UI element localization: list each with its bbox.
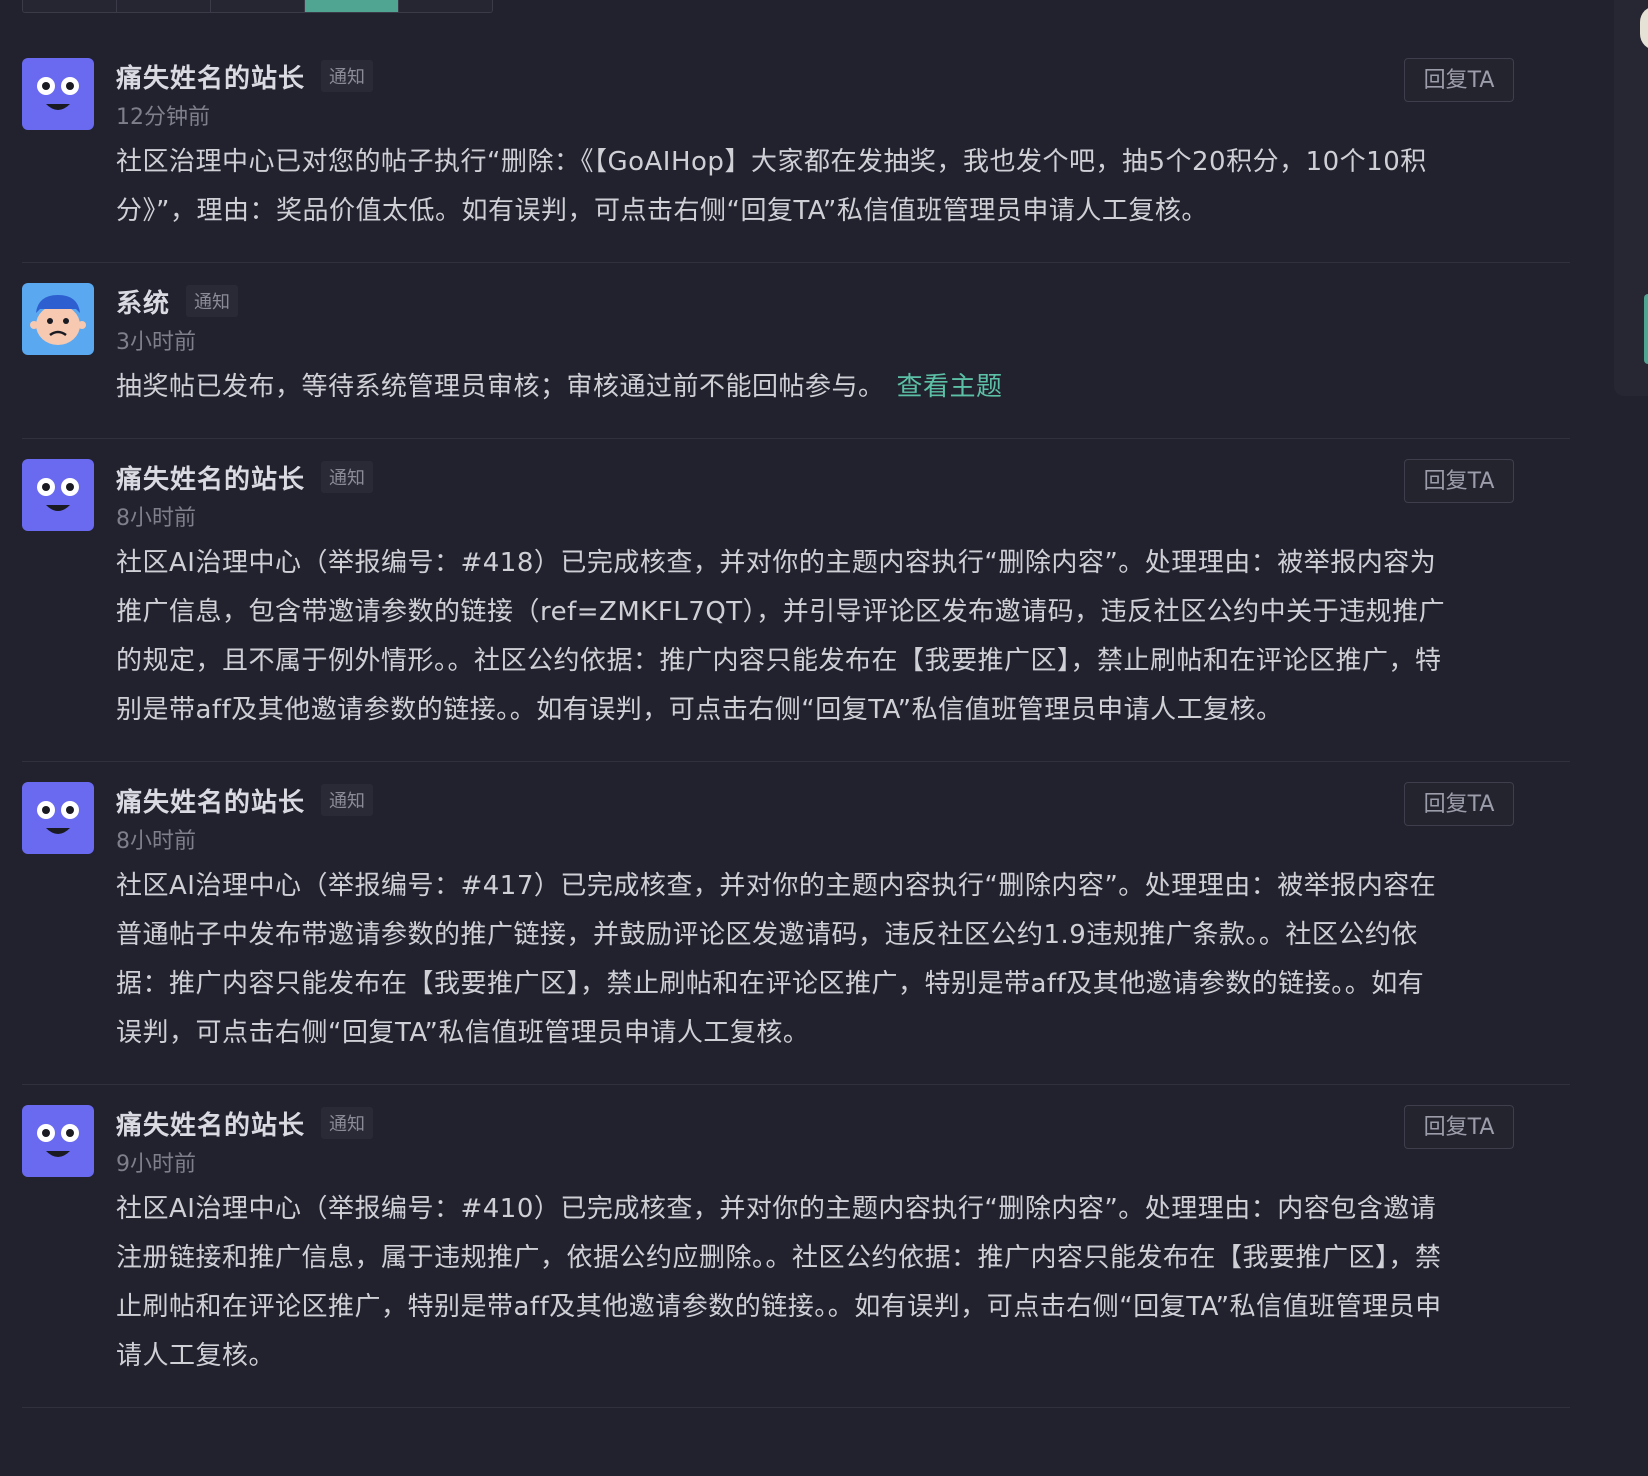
timestamp: 12分钟前: [116, 105, 210, 130]
sidebar-active-indicator: [1644, 294, 1648, 364]
sender-name[interactable]: 痛失姓名的站长: [116, 1105, 305, 1142]
view-topic-link[interactable]: 查看主题: [897, 372, 1003, 402]
reply-button[interactable]: 回复TA: [1404, 459, 1514, 503]
notification-list: 痛失姓名的站长 通知 12分钟前 社区治理中心已对您的帖子执行“删除：《【GoA…: [22, 38, 1570, 1408]
notice-tag: 通知: [321, 1107, 374, 1139]
smiley-face-icon[interactable]: [22, 459, 94, 531]
notice-tag: 通知: [321, 461, 374, 493]
timestamp: 8小时前: [116, 506, 196, 531]
sidebar-avatar-edge[interactable]: [1640, 6, 1648, 50]
reply-button[interactable]: 回复TA: [1404, 1105, 1514, 1149]
notification-body: 社区AI治理中心（举报编号：#410）已完成核查，并对你的主题内容执行“删除内容…: [116, 1194, 1442, 1371]
sender-name[interactable]: 痛失姓名的站长: [116, 459, 305, 496]
notification-body: 社区治理中心已对您的帖子执行“删除：《【GoAIHop】大家都在发抽奖，我也发个…: [116, 147, 1427, 226]
smiley-face-icon[interactable]: [22, 1105, 94, 1177]
tab-1[interactable]: [23, 0, 117, 12]
tab-2[interactable]: [117, 0, 211, 12]
tab-4-active[interactable]: [305, 0, 399, 12]
tab-5[interactable]: [399, 0, 492, 12]
notice-tag: 通知: [321, 784, 374, 816]
notification-item: 系统 通知 3小时前 抽奖帖已发布，等待系统管理员审核；审核通过前不能回帖参与。…: [22, 263, 1570, 439]
notification-body: 抽奖帖已发布，等待系统管理员审核；审核通过前不能回帖参与。 查看主题: [116, 363, 1446, 412]
notification-body: 社区AI治理中心（举报编号：#417）已完成核查，并对你的主题内容执行“删除内容…: [116, 871, 1437, 1048]
timestamp: 3小时前: [116, 330, 196, 355]
notification-item: 痛失姓名的站长 通知 9小时前 社区AI治理中心（举报编号：#410）已完成核查…: [22, 1085, 1570, 1408]
notification-text: 抽奖帖已发布，等待系统管理员审核；审核通过前不能回帖参与。: [116, 372, 885, 402]
notification-body: 社区AI治理中心（举报编号：#418）已完成核查，并对你的主题内容执行“删除内容…: [116, 548, 1446, 725]
notice-tag: 通知: [321, 60, 374, 92]
tab-3[interactable]: [211, 0, 305, 12]
system-face-icon[interactable]: [22, 283, 94, 355]
right-sidebar-panel: [1614, 0, 1648, 396]
reply-button[interactable]: 回复TA: [1404, 782, 1514, 826]
smiley-face-icon[interactable]: [22, 58, 94, 130]
tab-bar: [22, 0, 493, 13]
notification-item: 痛失姓名的站长 通知 12分钟前 社区治理中心已对您的帖子执行“删除：《【GoA…: [22, 38, 1570, 263]
timestamp: 8小时前: [116, 829, 196, 854]
timestamp: 9小时前: [116, 1152, 196, 1177]
sender-name[interactable]: 痛失姓名的站长: [116, 58, 305, 95]
smiley-face-icon[interactable]: [22, 782, 94, 854]
notice-tag: 通知: [186, 285, 239, 317]
sender-name[interactable]: 系统: [116, 283, 170, 320]
notification-item: 痛失姓名的站长 通知 8小时前 社区AI治理中心（举报编号：#418）已完成核查…: [22, 439, 1570, 762]
sender-name[interactable]: 痛失姓名的站长: [116, 782, 305, 819]
reply-button[interactable]: 回复TA: [1404, 58, 1514, 102]
notification-item: 痛失姓名的站长 通知 8小时前 社区AI治理中心（举报编号：#417）已完成核查…: [22, 762, 1570, 1085]
